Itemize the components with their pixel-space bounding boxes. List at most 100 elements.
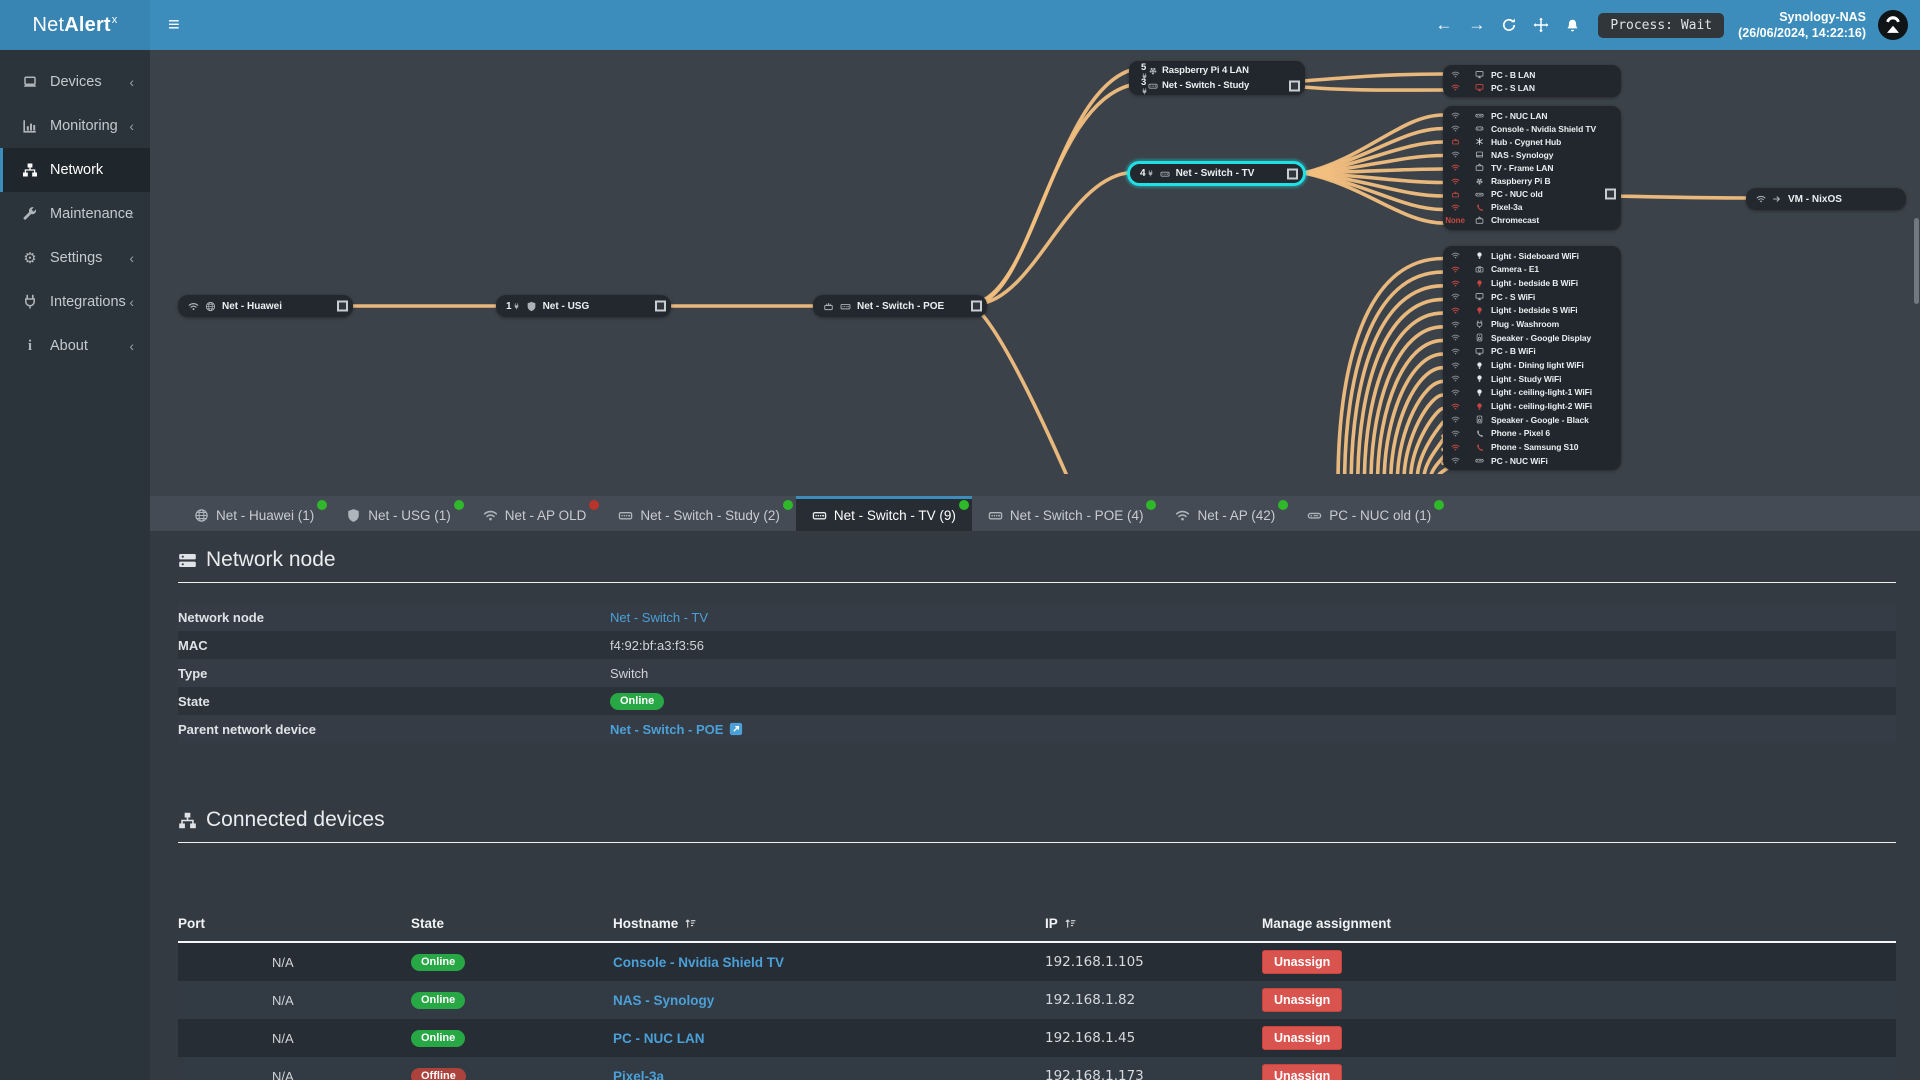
topology-device-camera-e1[interactable]: Camera - E1 bbox=[1443, 263, 1621, 277]
sort-icon[interactable] bbox=[684, 917, 697, 930]
topology-device-console-nvidia-shield-tv[interactable]: Console - Nvidia Shield TV bbox=[1443, 122, 1621, 135]
topology-device-phone-pixel-6[interactable]: Phone - Pixel 6 bbox=[1443, 427, 1621, 441]
tab-net-switch-study-2[interactable]: Net - Switch - Study (2) bbox=[602, 496, 796, 531]
raspberry-icon bbox=[1475, 177, 1484, 186]
topology-device-pc-nuc-old[interactable]: PC - NUC old bbox=[1443, 188, 1621, 201]
topology-node-net-usg[interactable]: 1 Net - USG bbox=[496, 295, 671, 317]
sidebar-item-devices[interactable]: Devices ‹ bbox=[0, 60, 150, 104]
unassign-button[interactable]: Unassign bbox=[1262, 1025, 1343, 1051]
node-connector-handle[interactable] bbox=[971, 300, 982, 312]
topology-device-speaker-google-display[interactable]: Speaker - Google Display bbox=[1443, 331, 1621, 345]
topology-device-group-g1[interactable]: PC - B LAN PC - S LAN bbox=[1443, 65, 1621, 97]
sidebar-item-about[interactable]: i About ‹ bbox=[0, 324, 150, 368]
node-connector-handle[interactable] bbox=[337, 300, 348, 312]
wifi-state-icon bbox=[1451, 429, 1460, 438]
hostname-link[interactable]: Console - Nvidia Shield TV bbox=[613, 955, 784, 970]
sort-icon[interactable] bbox=[1064, 917, 1077, 930]
notifications-bell-icon[interactable] bbox=[1565, 18, 1580, 33]
topology-device-light-sideboard-wifi[interactable]: Light - Sideboard WiFi bbox=[1443, 249, 1621, 263]
tab-net-switch-tv-9[interactable]: Net - Switch - TV (9) bbox=[795, 496, 972, 531]
tab-net-ap-42[interactable]: Net - AP (42) bbox=[1159, 496, 1291, 531]
topology-device-chromecast[interactable]: None Chromecast bbox=[1443, 214, 1621, 227]
pan-move-icon[interactable] bbox=[1533, 17, 1549, 33]
topology-node-net-switch-study[interactable]: 3 Net - Switch - Study bbox=[1129, 77, 1305, 94]
topology-device-pc-nuc-lan[interactable]: PC - NUC LAN bbox=[1443, 109, 1621, 122]
topology-device-pc-b-lan[interactable]: PC - B LAN bbox=[1443, 68, 1621, 81]
tab-label: Net - USG (1) bbox=[368, 507, 451, 523]
column-header-ip[interactable]: IP bbox=[1045, 916, 1262, 931]
topology-device-tv-frame-lan[interactable]: TV - Frame LAN bbox=[1443, 161, 1621, 174]
topology-device-raspberry-pi-b[interactable]: Raspberry Pi B bbox=[1443, 174, 1621, 187]
topology-device-hub-cygnet-hub[interactable]: Hub - Cygnet Hub bbox=[1443, 135, 1621, 148]
tab-pc-nuc-old-1[interactable]: PC - NUC old (1) bbox=[1291, 496, 1447, 531]
sidebar-item-maintenance[interactable]: Maintenance ‹ bbox=[0, 192, 150, 236]
topology-node-raspberry-pi-4-lan[interactable]: 5 Raspberry Pi 4 LAN bbox=[1129, 62, 1305, 79]
node-connector-handle[interactable] bbox=[1605, 188, 1616, 200]
tab-net-switch-poe-4[interactable]: Net - Switch - POE (4) bbox=[972, 496, 1160, 531]
node-connector-handle[interactable] bbox=[1289, 80, 1300, 91]
switchdev-icon bbox=[1160, 169, 1170, 179]
tab-net-huawei-1[interactable]: Net - Huawei (1) bbox=[178, 496, 330, 531]
hostname-link[interactable]: Pixel-3a bbox=[613, 1069, 664, 1080]
hostname-link[interactable]: PC - NUC LAN bbox=[613, 1031, 705, 1046]
topology-canvas[interactable]: Net - Huawei 1 Net - USG Net - Switch - POE… bbox=[0, 50, 1920, 474]
scrollbar-thumb[interactable] bbox=[1914, 218, 1919, 304]
refresh-icon[interactable] bbox=[1501, 17, 1517, 33]
nav-forward-icon[interactable]: → bbox=[1468, 15, 1485, 35]
topology-node-net-switch-poe[interactable]: Net - Switch - POE bbox=[813, 295, 987, 317]
detail-row-parent-network-device: Parent network device Net - Switch - POE bbox=[178, 715, 1896, 743]
monitor-icon bbox=[1475, 347, 1484, 356]
network-node-tabs: Net - Huawei (1) Net - USG (1) Net - AP OL… bbox=[150, 496, 1920, 531]
topology-device-group-g2[interactable]: PC - NUC LAN Console - Nvidia Shield TV Hu… bbox=[1443, 106, 1621, 230]
unassign-button[interactable]: Unassign bbox=[1262, 949, 1343, 975]
unassign-button[interactable]: Unassign bbox=[1262, 1063, 1343, 1080]
hostname-link[interactable]: NAS - Synology bbox=[613, 993, 714, 1008]
topology-node-vm-nixos[interactable]: VM - NixOS bbox=[1746, 188, 1906, 210]
topology-device-pixel-3a[interactable]: Pixel-3a bbox=[1443, 201, 1621, 214]
topology-node-net-switch-tv-selected[interactable]: 4 Net - Switch - TV bbox=[1127, 161, 1306, 186]
topology-device-group-g3[interactable]: Light - Sideboard WiFi Camera - E1 Light -… bbox=[1443, 246, 1621, 470]
tab-net-usg-1[interactable]: Net - USG (1) bbox=[330, 496, 467, 531]
node-connector-handle[interactable] bbox=[1287, 168, 1298, 179]
topology-device-nas-synology[interactable]: NAS - Synology bbox=[1443, 148, 1621, 161]
topology-device-phone-samsung-s10[interactable]: Phone - Samsung S10 bbox=[1443, 440, 1621, 454]
topology-device-pc-nuc-wifi[interactable]: PC - NUC WiFi bbox=[1443, 454, 1621, 468]
topology-device-light-study-wifi[interactable]: Light - Study WiFi bbox=[1443, 372, 1621, 386]
sidebar-item-monitoring[interactable]: Monitoring ‹ bbox=[0, 104, 150, 148]
sidebar-item-label: Settings bbox=[50, 250, 103, 266]
topology-node-net-huawei[interactable]: Net - Huawei bbox=[178, 295, 353, 317]
app-logo[interactable]: NetAlertx bbox=[0, 0, 150, 50]
nav-back-icon[interactable]: ← bbox=[1435, 15, 1452, 35]
topology-device-light-bedside-s-wifi[interactable]: Light - bedside S WiFi bbox=[1443, 304, 1621, 318]
topology-device-light-ceiling-light-1-wifi[interactable]: Light - ceiling-light-1 WiFi bbox=[1443, 386, 1621, 400]
phone-icon bbox=[1475, 203, 1484, 212]
topology-device-pc-s-wifi[interactable]: PC - S WiFi bbox=[1443, 290, 1621, 304]
sidebar-item-label: Monitoring bbox=[50, 118, 118, 134]
tab-net-ap-old[interactable]: Net - AP OLD bbox=[467, 496, 603, 531]
unassign-button[interactable]: Unassign bbox=[1262, 987, 1343, 1013]
topology-device-pc-b-wifi[interactable]: PC - B WiFi bbox=[1443, 345, 1621, 359]
tab-label: Net - AP OLD bbox=[504, 507, 587, 523]
topology-device-light-ceiling-light-2-wifi[interactable]: Light - ceiling-light-2 WiFi bbox=[1443, 399, 1621, 413]
sidebar-item-settings[interactable]: ⚙ Settings ‹ bbox=[0, 236, 150, 280]
sidebar-item-network[interactable]: Network bbox=[0, 148, 150, 192]
node-connector-handle[interactable] bbox=[655, 300, 666, 312]
device-label: PC - NUC old bbox=[1491, 189, 1543, 200]
sidebar-item-integrations[interactable]: Integrations ‹ bbox=[0, 280, 150, 324]
topology-device-pc-s-lan[interactable]: PC - S LAN bbox=[1443, 81, 1621, 94]
shield-icon bbox=[526, 301, 537, 312]
topology-device-light-dining-light-wifi[interactable]: Light - Dining light WiFi bbox=[1443, 358, 1621, 372]
node-link[interactable]: Net - Switch - TV bbox=[610, 610, 708, 625]
topology-device-plug-washroom[interactable]: Plug - Washroom bbox=[1443, 317, 1621, 331]
topology-device-light-bedside-b-wifi[interactable]: Light - bedside B WiFi bbox=[1443, 276, 1621, 290]
state-badge-online: Online bbox=[411, 1030, 466, 1047]
column-header-hostname[interactable]: Hostname bbox=[613, 916, 1045, 931]
topology-node-group-study[interactable]: 5 Raspberry Pi 4 LAN 3 Net - Switch - Study bbox=[1129, 61, 1305, 95]
device-row-pc-nuc-lan: N/A Online PC - NUC LAN 192.168.1.45 Unassig… bbox=[178, 1019, 1896, 1057]
parent-node-link[interactable]: Net - Switch - POE bbox=[610, 722, 723, 737]
sidebar-toggle-icon[interactable]: ≡ bbox=[150, 0, 198, 50]
plug-count-icon bbox=[512, 302, 520, 310]
topology-device-speaker-google-black[interactable]: Speaker - Google - Black bbox=[1443, 413, 1621, 427]
user-avatar[interactable] bbox=[1878, 10, 1908, 40]
external-link-icon[interactable] bbox=[729, 722, 743, 736]
